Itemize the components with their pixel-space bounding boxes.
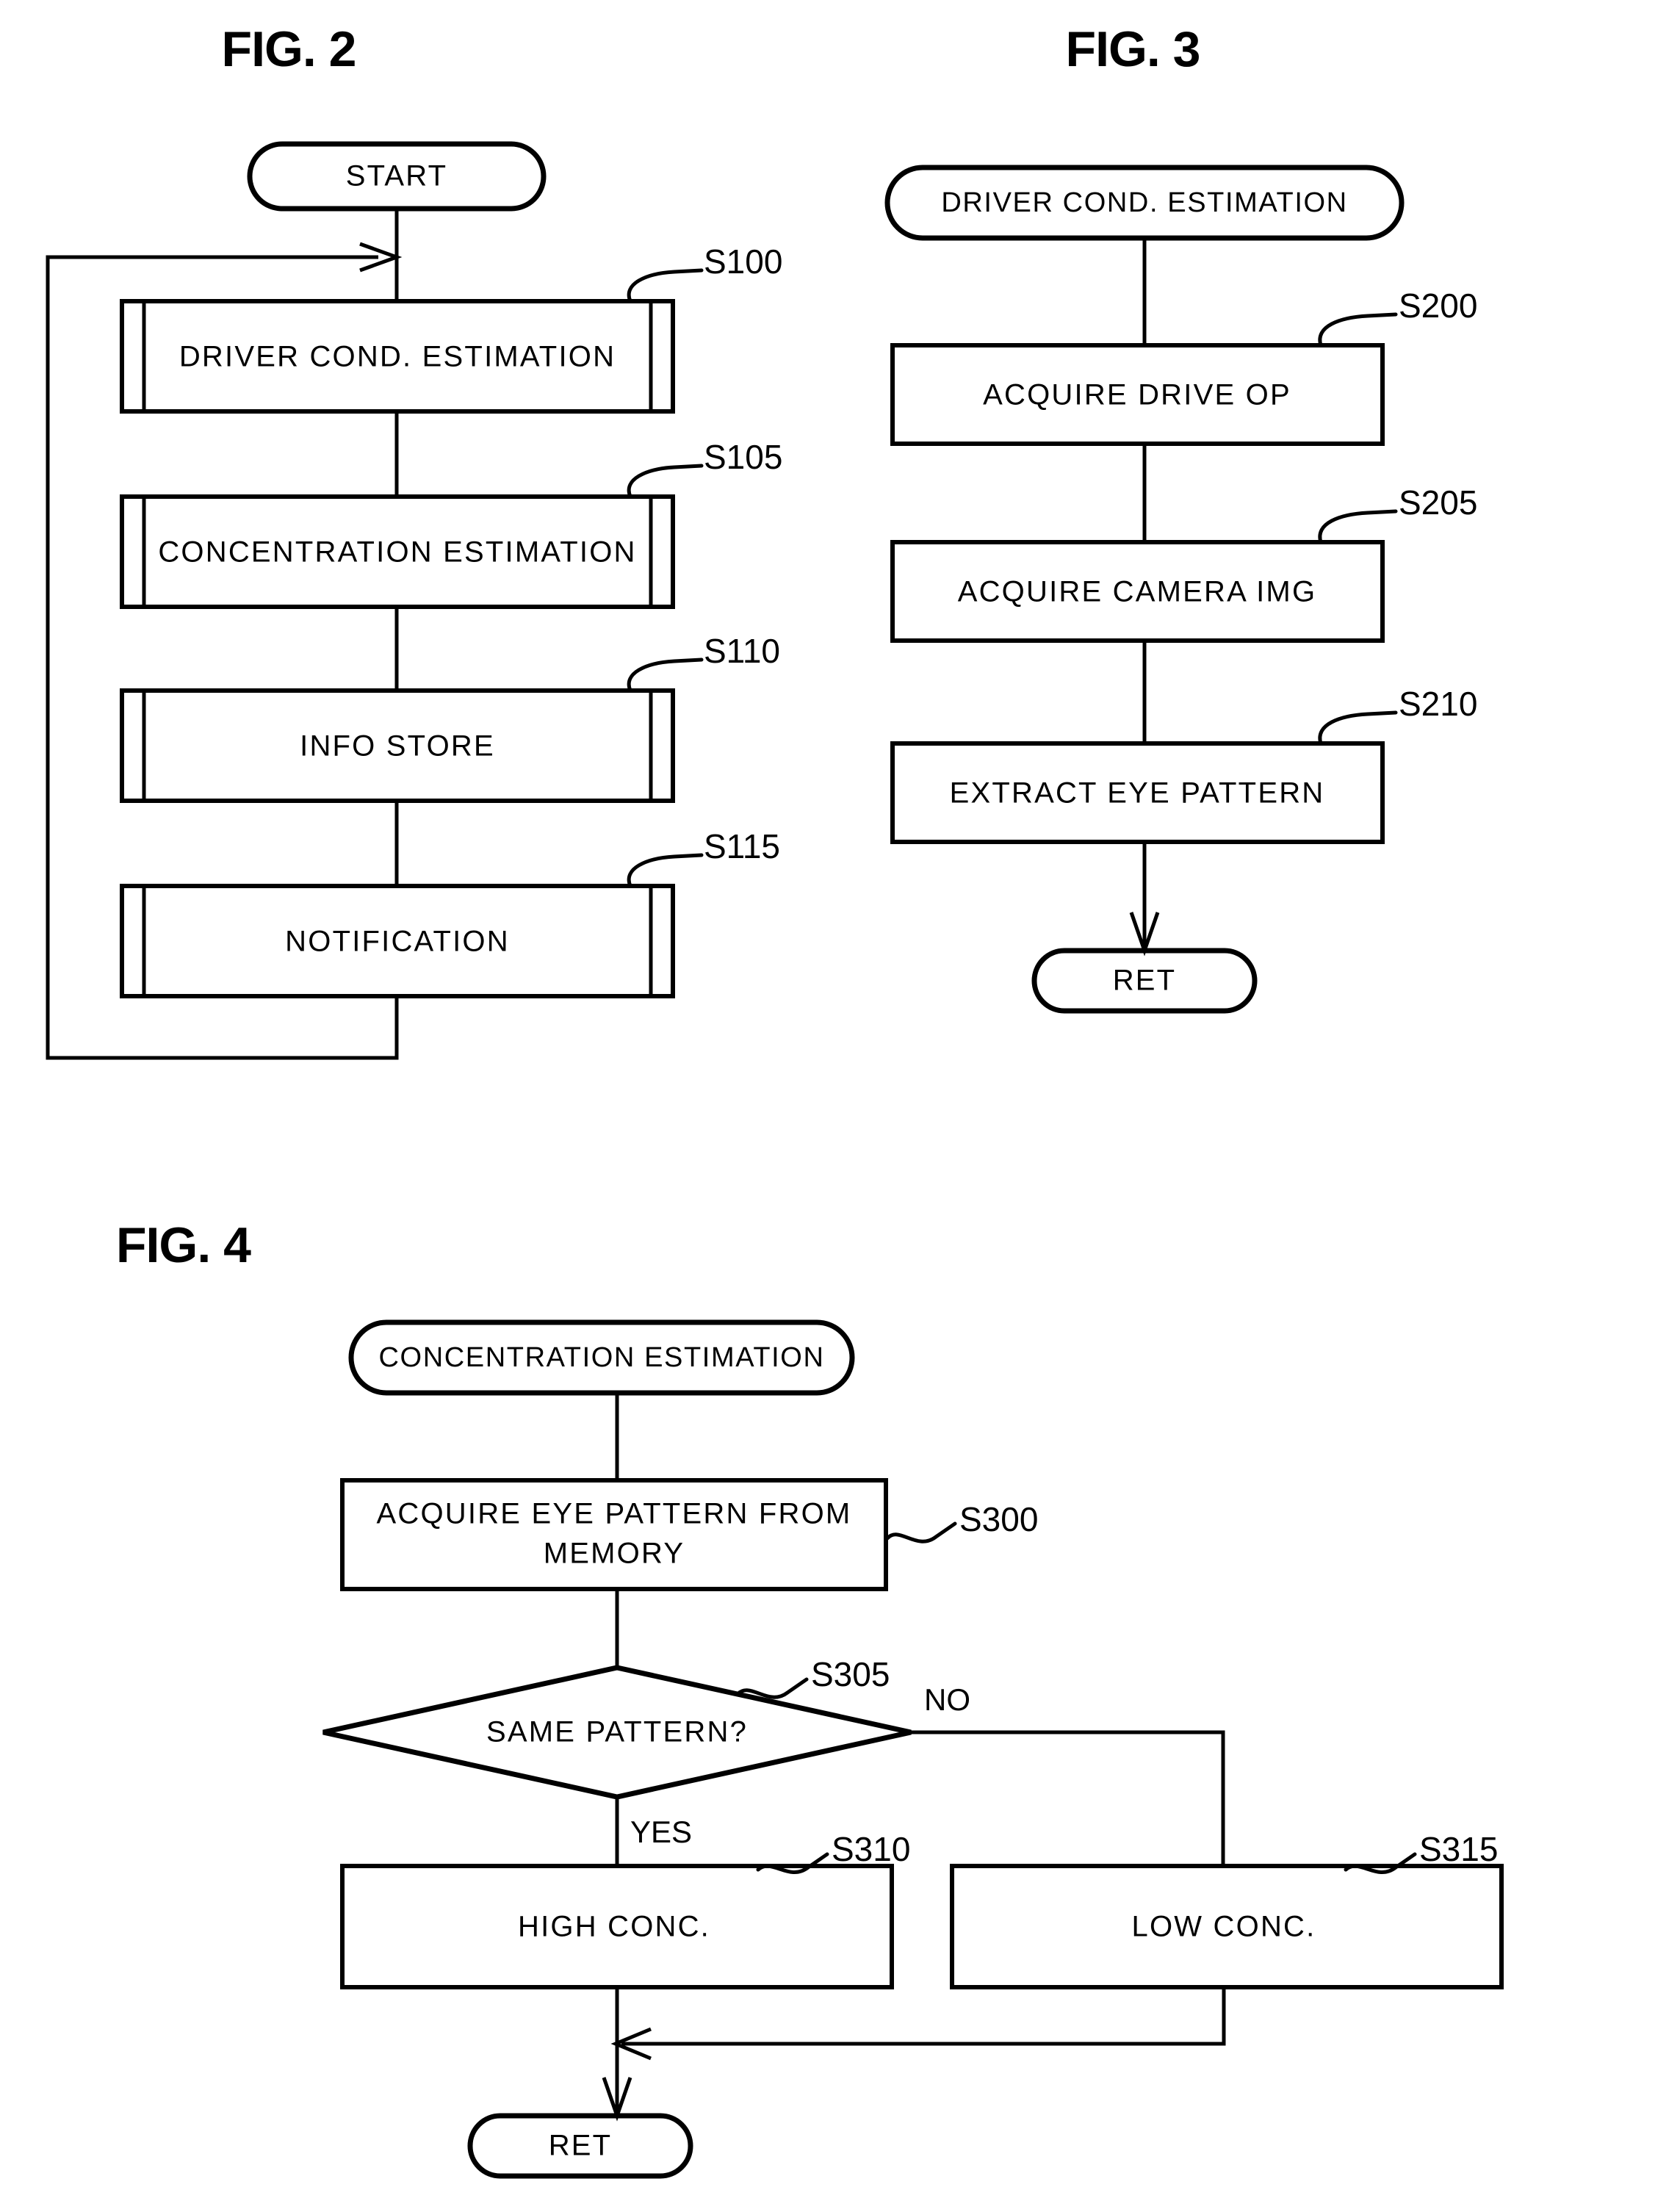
figure-fig3: FIG. 3 DRIVER COND. ESTIMATION ACQUIRE D… [884,21,1477,1014]
fig2-step-label-s105: S105 [704,438,782,476]
fig4-conn-merge-from-s315 [621,1987,1226,2046]
fig2-leader-s100 [627,268,704,303]
figure-fig2: FIG. 2 START DRIVER COND. ESTIMATION S10… [46,21,782,1060]
fig2-node-s100-label: DRIVER COND. ESTIMATION [179,341,616,373]
fig3-leader-s200 [1318,312,1398,347]
fig4-ret-label: RET [549,2130,613,2162]
fig2-leader-s105 [627,464,704,499]
fig3-ret-terminal: RET [1031,948,1258,1014]
fig4-node-s310-label: HIGH CONC. [518,1911,710,1943]
figure-fig4: FIG. 4 CONCENTRATION ESTIMATION ACQUIRE … [116,1217,1504,2179]
flowchart-canvas: FIG. 2 START DRIVER COND. ESTIMATION S10… [46,21,1504,2179]
fig2-start-label: START [346,160,447,192]
fig3-node-s200: ACQUIRE DRIVE OP [890,343,1385,446]
fig4-step-label-s300: S300 [959,1500,1038,1538]
fig4-entry-terminal: CONCENTRATION ESTIMATION [348,1319,855,1396]
fig3-entry-terminal: DRIVER COND. ESTIMATION [884,165,1405,241]
fig2-node-s115-label: NOTIFICATION [285,926,510,958]
fig3-title: FIG. 3 [1066,21,1200,77]
fig2-node-s105-label: CONCENTRATION ESTIMATION [158,536,636,569]
fig2-node-s105: CONCENTRATION ESTIMATION [120,494,675,609]
fig2-node-s100: DRIVER COND. ESTIMATION [120,299,675,414]
fig3-leader-s210 [1318,710,1398,746]
fig4-step-label-s310: S310 [832,1830,910,1868]
fig2-step-label-s100: S100 [704,242,782,281]
fig3-ret-label: RET [1113,965,1177,997]
fig4-branch-label-yes: YES [630,1815,692,1849]
fig2-title: FIG. 2 [222,21,356,77]
fig4-title: FIG. 4 [116,1217,251,1273]
fig2-start-terminal: START [247,141,547,212]
fig2-leader-s110 [627,658,704,693]
fig4-branch-label-no: NO [924,1682,970,1717]
fig3-node-s200-label: ACQUIRE DRIVE OP [983,379,1291,411]
fig4-node-s300-label-line2: MEMORY [544,1538,685,1570]
fig2-step-label-s110: S110 [704,632,780,670]
patent-drawing-sheet: FIG. 2 START DRIVER COND. ESTIMATION S10… [0,0,1680,2212]
fig4-entry-label: CONCENTRATION ESTIMATION [379,1342,825,1373]
fig3-leader-s205 [1318,509,1398,544]
fig4-node-s300: ACQUIRE EYE PATTERN FROM MEMORY [340,1478,888,1591]
fig3-node-s205-label: ACQUIRE CAMERA IMG [958,576,1317,608]
fig4-node-s310: HIGH CONC. [340,1864,894,1989]
fig2-node-s110-label: INFO STORE [300,730,495,763]
fig4-step-label-s315: S315 [1419,1830,1498,1868]
fig2-leader-s115 [627,853,704,888]
fig4-conn-no-branch [911,1730,1225,1866]
fig3-node-s210-label: EXTRACT EYE PATTERN [950,777,1325,810]
fig3-step-label-s210: S210 [1399,685,1477,723]
fig3-step-label-s200: S200 [1399,287,1477,325]
fig2-node-s110: INFO STORE [120,688,675,803]
fig3-step-label-s205: S205 [1399,483,1477,522]
fig4-step-label-s305: S305 [811,1655,890,1693]
fig3-node-s205: ACQUIRE CAMERA IMG [890,540,1385,643]
fig2-node-s115: NOTIFICATION [120,884,675,998]
fig4-node-s300-label-line1: ACQUIRE EYE PATTERN FROM [377,1498,852,1530]
fig4-node-s305-label: SAME PATTERN? [486,1716,748,1748]
fig2-step-label-s115: S115 [704,827,780,865]
fig3-node-s210: EXTRACT EYE PATTERN [890,741,1385,844]
fig4-leader-s300 [885,1521,957,1543]
fig3-entry-label: DRIVER COND. ESTIMATION [941,187,1347,218]
fig4-ret-terminal: RET [467,2113,693,2179]
fig4-node-s315: LOW CONC. [950,1864,1504,1989]
fig4-node-s315-label: LOW CONC. [1132,1911,1316,1943]
